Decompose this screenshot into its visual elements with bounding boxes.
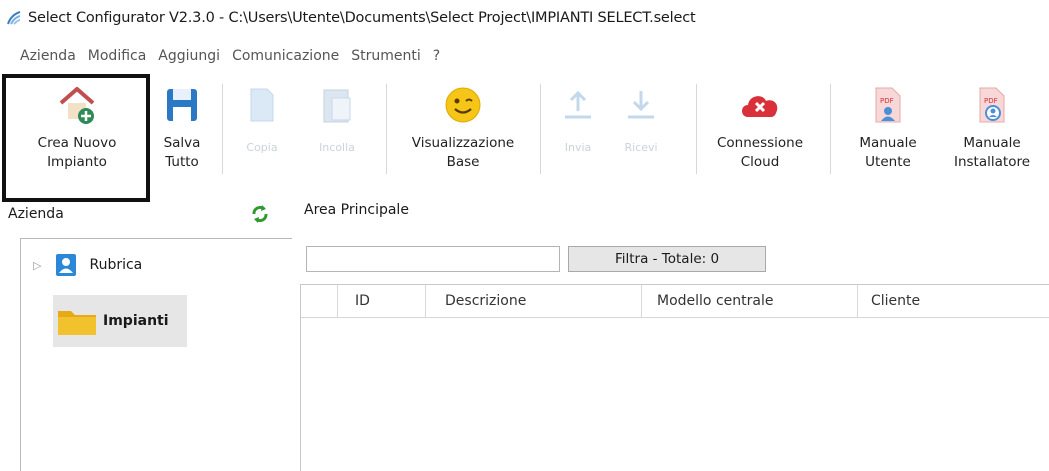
column-header-modello-centrale[interactable]: Modello centrale [657, 285, 773, 317]
receive-label: Ricevi [624, 141, 658, 154]
tree-item-impianti[interactable]: Impianti [53, 295, 187, 347]
expand-arrow-icon[interactable]: ▷ [33, 259, 41, 272]
paste-icon [315, 82, 359, 128]
column-separator [641, 285, 642, 317]
new-plant-button[interactable]: Crea Nuovo Impianto [14, 76, 140, 186]
toolbar-separator [386, 84, 387, 174]
company-tree: ▷ Rubrica Impianti [20, 238, 292, 471]
plants-table: ID Descrizione Modello centrale Cliente [300, 284, 1049, 471]
save-all-label-1: Salva [163, 135, 201, 151]
pdf-user-icon: PDF [866, 82, 910, 128]
app-logo-icon [7, 11, 21, 25]
user-manual-button[interactable]: PDF Manuale Utente [840, 76, 936, 186]
send-button[interactable]: Invia [548, 76, 608, 186]
download-icon [619, 82, 663, 128]
send-label: Invia [564, 141, 592, 154]
table-header: ID Descrizione Modello centrale Cliente [301, 285, 1049, 318]
svg-text:PDF: PDF [984, 97, 998, 105]
toolbar-separator [222, 84, 223, 174]
menu-modifica[interactable]: Modifica [82, 48, 153, 64]
view-base-label-1: Visualizzazione [411, 135, 515, 151]
cloud-label-2: Cloud [740, 154, 780, 170]
pdf-installer-icon: PDF [970, 82, 1014, 128]
column-header-cliente[interactable]: Cliente [871, 285, 920, 317]
copy-label: Copia [246, 141, 278, 154]
installer-manual-button[interactable]: PDF Manuale Installatore [940, 76, 1044, 186]
tree-label-impianti: Impianti [103, 313, 169, 329]
smiley-icon [441, 82, 485, 128]
filter-input[interactable] [306, 246, 560, 272]
save-all-label-2: Tutto [165, 154, 199, 170]
menu-azienda[interactable]: Azienda [0, 48, 82, 64]
toolbar: Crea Nuovo Impianto Salva Tutto Copia In… [0, 72, 1049, 188]
toolbar-separator [830, 84, 831, 174]
new-plant-label-2: Impianto [47, 154, 107, 170]
left-panel-title: Azienda [8, 206, 64, 222]
tree-label-rubrica: Rubrica [89, 257, 143, 273]
menu-bar: Azienda Modifica Aggiungi Comunicazione … [0, 40, 446, 72]
column-header-descrizione[interactable]: Descrizione [445, 285, 526, 317]
user-manual-label-2: Utente [865, 154, 911, 170]
refresh-button[interactable] [246, 200, 274, 228]
cloud-label-1: Connessione [716, 135, 804, 151]
folder-icon [58, 311, 96, 335]
copy-icon [240, 82, 284, 128]
upload-icon [556, 82, 600, 128]
paste-label: Incolla [319, 141, 355, 154]
receive-button[interactable]: Ricevi [610, 76, 672, 186]
main-area-title: Area Principale [304, 202, 409, 218]
paste-button[interactable]: Incolla [302, 76, 372, 186]
filter-button[interactable]: Filtra - Totale: 0 [568, 246, 766, 272]
column-header-id[interactable]: ID [355, 285, 370, 317]
toolbar-separator [696, 84, 697, 174]
new-plant-icon [55, 82, 99, 128]
cloud-connection-button[interactable]: Connessione Cloud [704, 76, 816, 186]
contacts-icon [56, 254, 77, 276]
cloud-disconnected-icon [738, 82, 782, 128]
column-separator [425, 285, 426, 317]
menu-help[interactable]: ? [427, 48, 446, 64]
column-separator [857, 285, 858, 317]
tree-item-rubrica[interactable]: ▷ Rubrica [33, 253, 142, 277]
menu-strumenti[interactable]: Strumenti [345, 48, 427, 64]
view-base-button[interactable]: Visualizzazione Base [398, 76, 528, 186]
toolbar-separator [540, 84, 541, 174]
window-title: Select Configurator V2.3.0 - C:\Users\Ut… [28, 10, 696, 26]
refresh-icon [252, 205, 268, 223]
user-manual-label-1: Manuale [859, 135, 917, 151]
view-base-label-2: Base [446, 154, 480, 170]
menu-comunicazione[interactable]: Comunicazione [226, 48, 345, 64]
new-plant-label-1: Crea Nuovo [37, 135, 117, 151]
title-bar: Select Configurator V2.3.0 - C:\Users\Ut… [0, 0, 1049, 36]
installer-manual-label-1: Manuale [963, 135, 1021, 151]
save-icon [160, 82, 204, 128]
copy-button[interactable]: Copia [232, 76, 292, 186]
menu-aggiungi[interactable]: Aggiungi [152, 48, 226, 64]
installer-manual-label-2: Installatore [953, 154, 1031, 170]
column-separator [337, 285, 338, 317]
svg-text:PDF: PDF [880, 97, 894, 105]
save-all-button[interactable]: Salva Tutto [152, 76, 212, 186]
